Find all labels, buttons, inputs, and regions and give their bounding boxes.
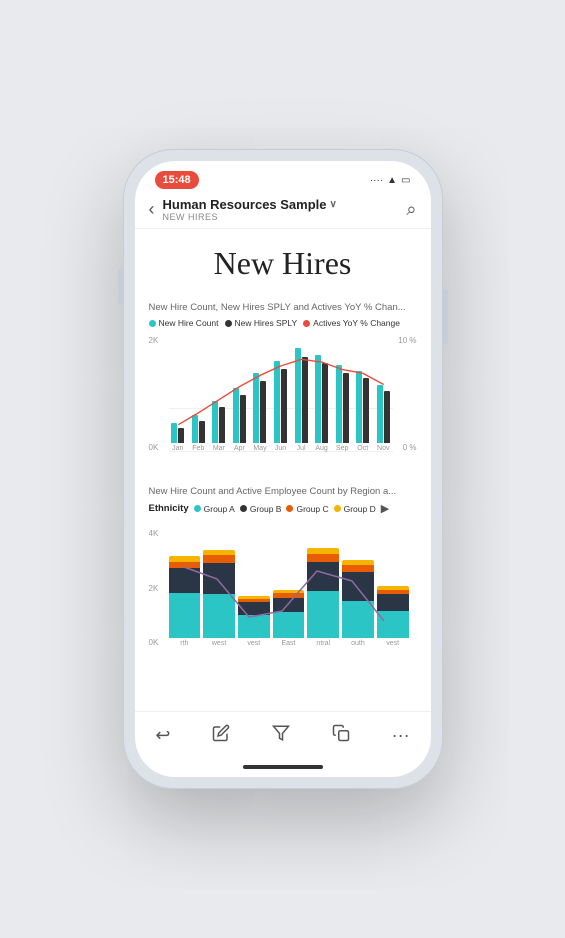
signal-icon: ···· — [370, 175, 383, 186]
nav-title-group: Human Resources Sample ∨ NEW HIRES — [163, 197, 407, 222]
copy-icon — [332, 724, 350, 747]
bar-label-may: May — [253, 445, 266, 452]
filter-button[interactable] — [262, 722, 300, 749]
copy-button[interactable] — [322, 722, 360, 749]
legend-label-groupC: Group C — [296, 504, 328, 514]
battery-icon: ▭ — [401, 175, 410, 186]
filter-icon — [272, 724, 290, 747]
legend-dot-groupD — [334, 505, 341, 512]
line-chart-overlay — [169, 336, 393, 444]
legend-dot-newhire — [149, 320, 156, 327]
content-area: New Hires New Hire Count, New Hires SPLY… — [135, 229, 431, 711]
chart1-section: New Hire Count, New Hires SPLY and Activ… — [135, 302, 431, 486]
legend-next-button[interactable]: ▶ — [381, 502, 389, 515]
chart2-container: 4K 2K 0K — [149, 521, 417, 661]
y-axis-right1: 10 % 0 % — [398, 336, 416, 466]
wifi-icon: ▲ — [387, 175, 397, 186]
legend-dot-actives — [303, 320, 310, 327]
legend-item-groupA: Group A — [194, 504, 235, 514]
edit-button[interactable] — [202, 722, 240, 749]
bar-label-feb: Feb — [192, 445, 204, 452]
legend-item-groupD: Group D — [334, 504, 376, 514]
y2-label-2k: 2K — [149, 584, 159, 593]
legend-item-groupB: Group B — [240, 504, 282, 514]
chart2-section: New Hire Count and Active Employee Count… — [135, 486, 431, 677]
legend-label-actives: Actives YoY % Change — [313, 318, 400, 328]
bar-label-mar: Mar — [213, 445, 225, 452]
status-time: 15:48 — [155, 171, 199, 189]
legend-item-newhire: New Hire Count — [149, 318, 219, 328]
ethnicity-label: Ethnicity — [149, 503, 189, 514]
search-button[interactable]: ⌕ — [406, 199, 416, 220]
phone-frame: 15:48 ···· ▲ ▭ ‹ Human Resources Sample … — [123, 149, 443, 789]
back-button[interactable]: ‹ — [149, 199, 155, 220]
bar-label-jul: Jul — [297, 445, 306, 452]
nav-title: Human Resources Sample ∨ — [163, 197, 407, 212]
y-label-10pct: 10 % — [398, 336, 416, 345]
bar-label-oct: Oct — [357, 445, 368, 452]
legend-dot-sply — [225, 320, 232, 327]
chart1-legend: New Hire Count New Hires SPLY Actives Yo… — [149, 318, 417, 328]
legend-item-actives: Actives YoY % Change — [303, 318, 400, 328]
pencil-icon — [212, 724, 230, 747]
bar-label-jan: Jan — [172, 445, 183, 452]
legend-item-groupC: Group C — [286, 504, 328, 514]
y-axis-left1: 2K 0K — [149, 336, 159, 466]
chart1-title: New Hire Count, New Hires SPLY and Activ… — [149, 302, 417, 313]
y2-label-4k: 4K — [149, 529, 159, 538]
status-icons: ···· ▲ ▭ — [370, 175, 411, 186]
undo-icon: ↩ — [155, 725, 170, 746]
line-chart2-overlay — [169, 529, 409, 647]
page-title: New Hires — [135, 229, 431, 302]
bar-label-nov: Nov — [377, 445, 389, 452]
legend-label-sply: New Hires SPLY — [235, 318, 298, 328]
y-axis-left2: 4K 2K 0K — [149, 529, 159, 647]
bar-label-jun: Jun — [275, 445, 286, 452]
chart2-legend-row: Ethnicity Group A Group B Group C — [149, 502, 417, 515]
more-icon: ··· — [392, 725, 410, 746]
y2-label-0k: 0K — [149, 638, 159, 647]
home-bar — [243, 765, 323, 769]
y-label-0pct: 0 % — [398, 443, 416, 452]
legend-item-sply: New Hires SPLY — [225, 318, 298, 328]
legend-label-groupD: Group D — [344, 504, 376, 514]
phone-screen: 15:48 ···· ▲ ▭ ‹ Human Resources Sample … — [135, 161, 431, 777]
legend-dot-groupC — [286, 505, 293, 512]
legend-label-newhire: New Hire Count — [159, 318, 219, 328]
legend-label-groupB: Group B — [250, 504, 282, 514]
bar-label-sep: Sep — [336, 445, 348, 452]
dropdown-chevron-icon[interactable]: ∨ — [330, 199, 337, 210]
bar-label-apr: Apr — [234, 445, 245, 452]
legend-dot-groupB — [240, 505, 247, 512]
chart2-title: New Hire Count and Active Employee Count… — [149, 486, 417, 497]
legend-label-groupA: Group A — [204, 504, 235, 514]
more-button[interactable]: ··· — [382, 723, 420, 748]
y-label-0k: 0K — [149, 443, 159, 452]
y-label-2k: 2K — [149, 336, 159, 345]
home-indicator — [135, 757, 431, 777]
status-bar: 15:48 ···· ▲ ▭ — [135, 161, 431, 193]
undo-button[interactable]: ↩ — [145, 723, 180, 748]
nav-bar: ‹ Human Resources Sample ∨ NEW HIRES ⌕ — [135, 193, 431, 229]
toolbar: ↩ — [135, 711, 431, 757]
nav-subtitle: NEW HIRES — [163, 212, 407, 222]
chart1-container: 2K 0K 10 % 0 % — [149, 336, 417, 466]
legend-dot-groupA — [194, 505, 201, 512]
bar-label-aug: Aug — [315, 445, 327, 452]
